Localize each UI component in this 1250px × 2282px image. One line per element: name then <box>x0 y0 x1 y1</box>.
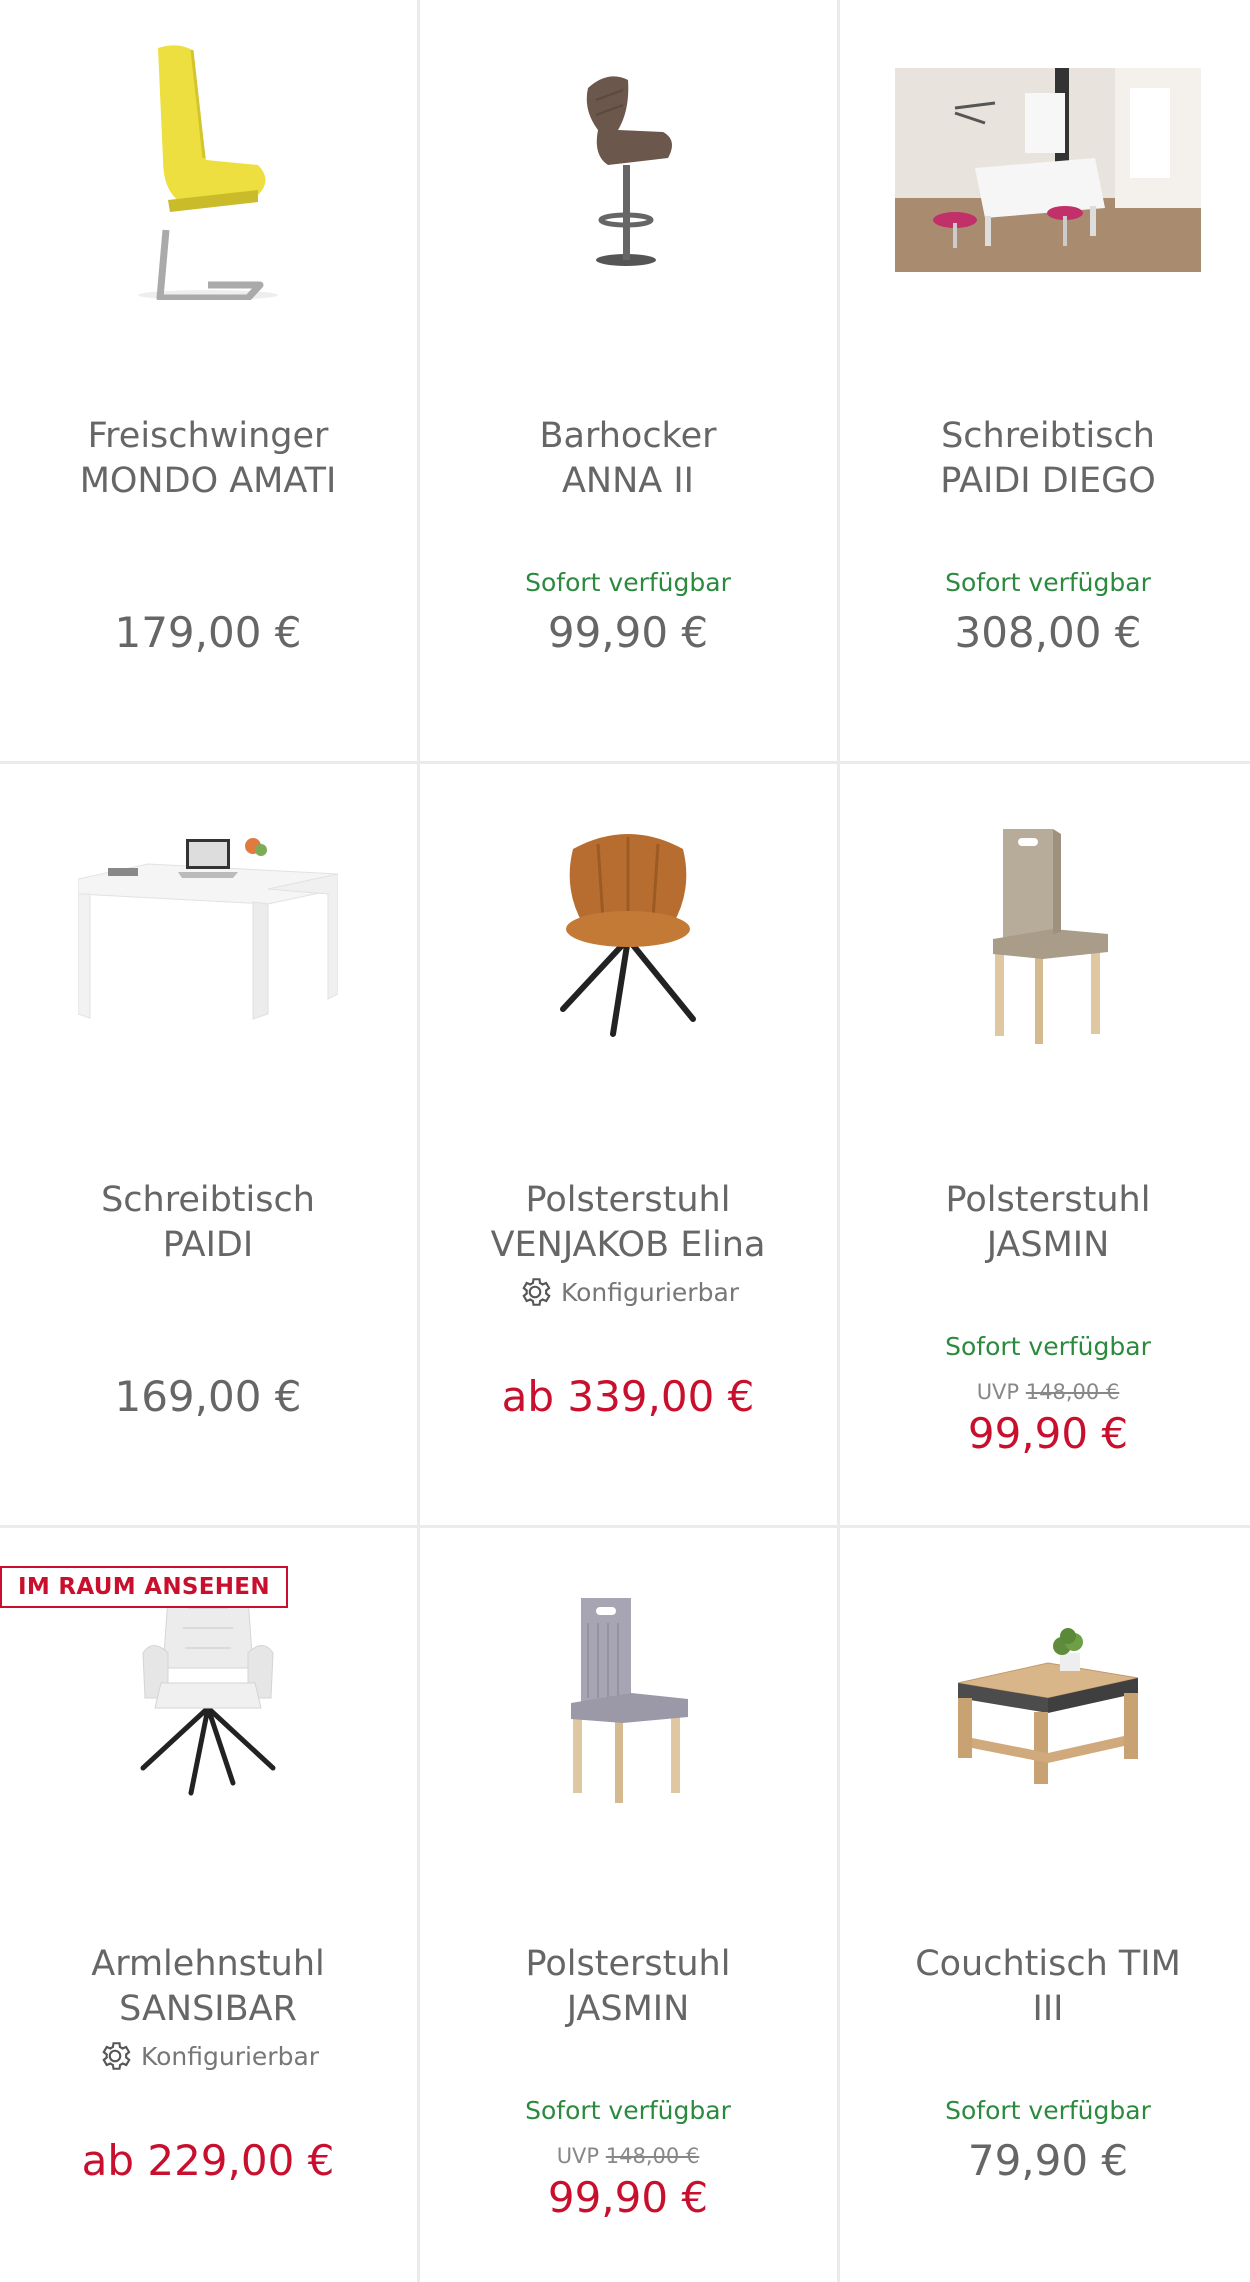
availability-label: Sofort verfügbar <box>945 1332 1151 1361</box>
availability-label: Sofort verfügbar <box>945 568 1151 597</box>
product-image[interactable] <box>0 40 416 300</box>
product-card[interactable]: Polsterstuhl JASMIN Sofort verfügbar UVP… <box>840 764 1250 1524</box>
product-card[interactable]: IM RAUM ANSEHEN Armlehnstuhl SANSIBAR Ko… <box>0 1528 416 2282</box>
product-card[interactable]: Schreibtisch PAIDI 169,00 € <box>0 764 416 1524</box>
orange-shell-chair-icon <box>560 834 696 1037</box>
product-card[interactable]: Barhocker ANNA II Sofort verfügbar 99,90… <box>420 0 836 760</box>
product-name-line2: VENJAKOB Elina <box>490 1225 766 1265</box>
wooden-coffee-table-icon <box>957 1628 1139 1784</box>
product-name[interactable]: Schreibtisch PAIDI <box>20 1178 396 1268</box>
product-image[interactable] <box>840 40 1250 300</box>
product-card[interactable]: Polsterstuhl JASMIN Sofort verfügbar UVP… <box>420 1528 836 2282</box>
product-price: ab 339,00 € <box>501 1372 755 1421</box>
product-price: 99,90 € <box>967 1409 1129 1458</box>
view-in-room-badge[interactable]: IM RAUM ANSEHEN <box>0 1566 288 1608</box>
kids-room-desk-photo-icon <box>895 68 1201 272</box>
product-name-line1: Schreibtisch <box>101 1180 315 1220</box>
product-card[interactable]: Freischwinger MONDO AMATI 179,00 € <box>0 0 416 760</box>
availability-label: Sofort verfügbar <box>525 2096 731 2125</box>
product-price: 99,90 € <box>547 608 709 657</box>
beige-upholstered-chair-icon <box>993 829 1108 1044</box>
product-name[interactable]: Polsterstuhl JASMIN <box>440 1942 816 2032</box>
product-name-line1: Polsterstuhl <box>945 1180 1151 1220</box>
product-price: 308,00 € <box>954 608 1142 657</box>
product-name[interactable]: Schreibtisch PAIDI DIEGO <box>860 414 1236 504</box>
product-card[interactable]: Schreibtisch PAIDI DIEGO Sofort verfügba… <box>840 0 1250 760</box>
product-name-line2: ANNA II <box>561 461 695 501</box>
product-price: 179,00 € <box>114 608 302 657</box>
product-name-line1: Schreibtisch <box>941 416 1155 456</box>
product-image[interactable] <box>420 40 836 300</box>
product-name[interactable]: Polsterstuhl JASMIN <box>860 1178 1236 1268</box>
white-armchair-icon <box>140 1598 276 1796</box>
product-image[interactable] <box>840 1568 1250 1828</box>
gear-icon <box>522 1278 551 1306</box>
product-name-line2: MONDO AMATI <box>79 461 337 501</box>
uvp-old-price: 148,00 € <box>1025 1380 1120 1404</box>
configurable-label: Konfigurierbar <box>140 2041 320 2071</box>
product-grid: Freischwinger MONDO AMATI 179,00 € Barho… <box>0 0 1250 2282</box>
product-name-line2: PAIDI <box>162 1225 254 1265</box>
yellow-cantilever-chair-icon <box>138 45 278 300</box>
product-image[interactable] <box>420 1568 836 1828</box>
product-name[interactable]: Couchtisch TIM III <box>860 1942 1236 2032</box>
product-image[interactable] <box>0 804 416 1064</box>
product-card[interactable]: Couchtisch TIM III Sofort verfügbar 79,9… <box>840 1528 1250 2282</box>
configurable-label: Konfigurierbar <box>560 1277 740 1307</box>
product-name[interactable]: Barhocker ANNA II <box>440 414 816 504</box>
product-name-line1: Freischwinger <box>87 416 329 456</box>
product-name[interactable]: Armlehnstuhl SANSIBAR <box>20 1942 396 2032</box>
white-desk-icon <box>78 838 338 1020</box>
product-price: 79,90 € <box>967 2136 1129 2185</box>
gear-icon <box>102 2042 131 2070</box>
product-name-line1: Couchtisch TIM <box>915 1944 1181 1984</box>
product-image[interactable] <box>420 804 836 1064</box>
grey-upholstered-chair-icon <box>571 1598 688 1803</box>
product-name-line2: SANSIBAR <box>119 1989 297 2029</box>
brown-bar-stool-icon <box>586 76 672 266</box>
product-card[interactable]: Polsterstuhl VENJAKOB Elina Konfigurierb… <box>420 764 836 1524</box>
product-name-line2: JASMIN <box>986 1225 1110 1265</box>
uvp-old-price: 148,00 € <box>605 2144 700 2168</box>
product-name-line1: Polsterstuhl <box>525 1944 731 1984</box>
product-name-line1: Barhocker <box>539 416 717 456</box>
product-price: 99,90 € <box>547 2173 709 2222</box>
product-price: ab 229,00 € <box>81 2136 335 2185</box>
uvp-price: UVP 148,00 € <box>420 2144 836 2168</box>
product-name-line1: Polsterstuhl <box>525 1180 731 1220</box>
product-name-line2: PAIDI DIEGO <box>940 461 1156 501</box>
uvp-label: UVP <box>976 1380 1020 1404</box>
product-image[interactable] <box>840 804 1250 1064</box>
availability-label: Sofort verfügbar <box>945 2096 1151 2125</box>
product-name-line2: III <box>1032 1989 1064 2029</box>
product-name-line1: Armlehnstuhl <box>91 1944 325 1984</box>
configurable-hint[interactable]: Konfigurierbar <box>0 2038 416 2074</box>
product-name-line2: JASMIN <box>566 1989 690 2029</box>
product-name[interactable]: Polsterstuhl VENJAKOB Elina <box>440 1178 816 1268</box>
product-name[interactable]: Freischwinger MONDO AMATI <box>20 414 396 504</box>
configurable-hint[interactable]: Konfigurierbar <box>420 1274 836 1310</box>
availability-label: Sofort verfügbar <box>525 568 731 597</box>
product-price: 169,00 € <box>114 1372 302 1421</box>
uvp-price: UVP 148,00 € <box>840 1380 1250 1404</box>
uvp-label: UVP <box>556 2144 600 2168</box>
